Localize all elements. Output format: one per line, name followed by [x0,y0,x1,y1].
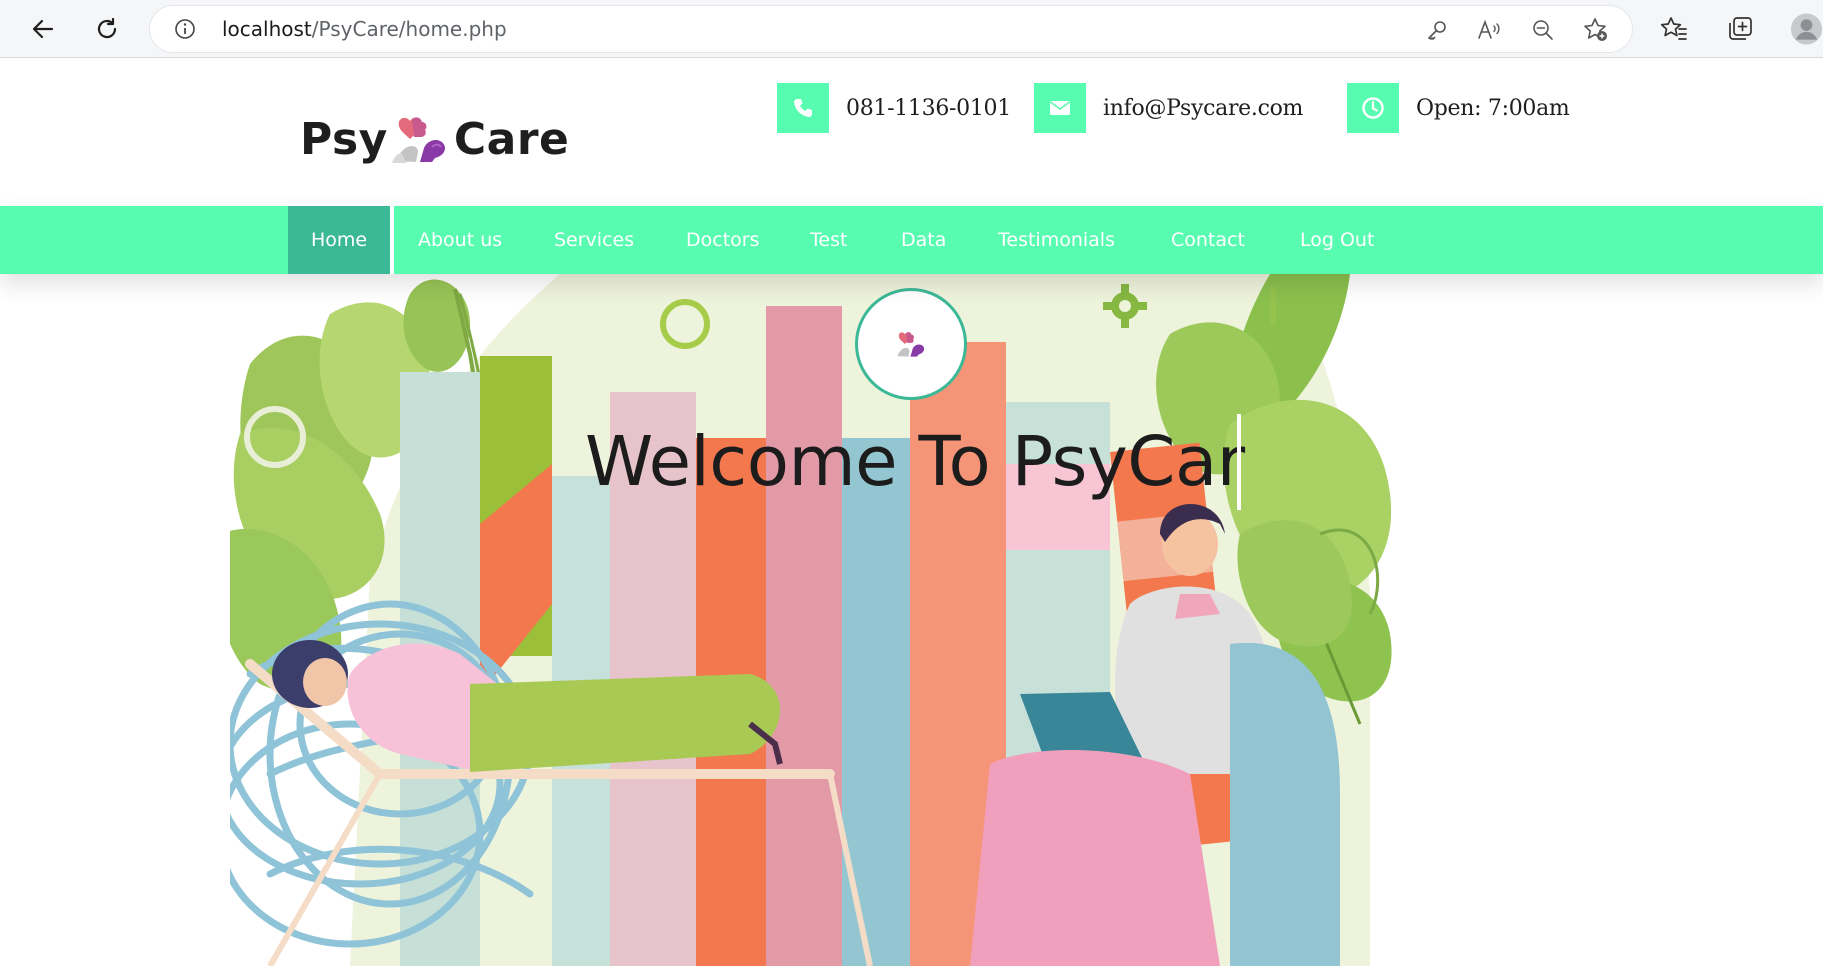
psycare-logo[interactable]: Psy Care [300,109,569,169]
reload-button[interactable] [88,10,126,48]
hero-title: Welcome To PsyCar [585,422,1245,502]
nav-item-services[interactable]: Services [554,206,634,274]
nav-item-about-us[interactable]: About us [418,206,502,274]
site-header: Psy Care 081-1136-0101 info@Psycare.com … [0,59,1823,206]
address-bar[interactable]: localhost/PsyCare/home.php [150,6,1632,52]
logo-text-right: Care [453,113,570,165]
nav-item-log-out[interactable]: Log Out [1300,206,1374,274]
nav-item-home-label: Home [310,229,368,251]
url-text[interactable]: localhost/PsyCare/home.php [222,17,507,41]
hero-banner: Welcome To PsyCar [230,274,1560,966]
nav-item-contact[interactable]: Contact [1171,206,1245,274]
clock-icon-box [1347,83,1399,133]
logo-text-left: Psy [300,113,388,165]
nav-item-doctors[interactable]: Doctors [686,206,760,274]
envelope-icon [1050,101,1070,115]
profile-icon [1790,13,1823,45]
nav-item-testimonials[interactable]: Testimonials [998,206,1115,274]
back-button[interactable] [24,10,62,48]
email-address: info@Psycare.com [1103,95,1304,121]
favorites-button[interactable] [1658,13,1690,45]
browser-toolbar: localhost/PsyCare/home.php [0,0,1823,58]
typing-caret [1237,414,1241,510]
brain-heart-logo-icon [897,332,925,357]
favorites-icon [1660,17,1687,40]
collections-icon [1729,17,1752,40]
nav-item-home[interactable]: Home [288,206,394,274]
reload-icon [97,17,117,39]
contact-email[interactable]: info@Psycare.com [1034,83,1303,133]
nav-item-test[interactable]: Test [810,206,847,274]
read-aloud-icon [1478,19,1500,39]
contact-hours: Open: 7:00am [1347,83,1570,133]
info-icon[interactable] [174,18,196,40]
zoom-out-button[interactable] [1530,17,1556,43]
collections-button[interactable] [1724,13,1756,45]
phone-icon [794,99,812,117]
phone-icon-box [777,83,829,133]
add-favorite-icon [1584,18,1607,41]
nav-item-data[interactable]: Data [901,206,946,274]
phone-number: 081-1136-0101 [846,95,1011,121]
read-aloud-button[interactable] [1476,17,1502,43]
zoom-out-icon [1533,20,1553,40]
add-favorite-button[interactable] [1583,17,1609,43]
envelope-icon-box [1034,83,1086,133]
profile-button[interactable] [1790,13,1823,45]
opening-hours: Open: 7:00am [1416,95,1570,121]
password-key-button[interactable] [1424,17,1450,43]
clock-icon [1362,97,1384,119]
back-icon [32,19,54,39]
brain-heart-logo-icon [391,117,445,163]
hero-logo-badge [855,288,967,400]
url-host: localhost [222,17,312,41]
main-nav: Home About us Services Doctors Test Data… [0,206,1823,274]
url-path: /PsyCare/home.php [311,17,507,41]
contact-phone[interactable]: 081-1136-0101 [777,83,1011,133]
key-icon [1428,21,1446,40]
